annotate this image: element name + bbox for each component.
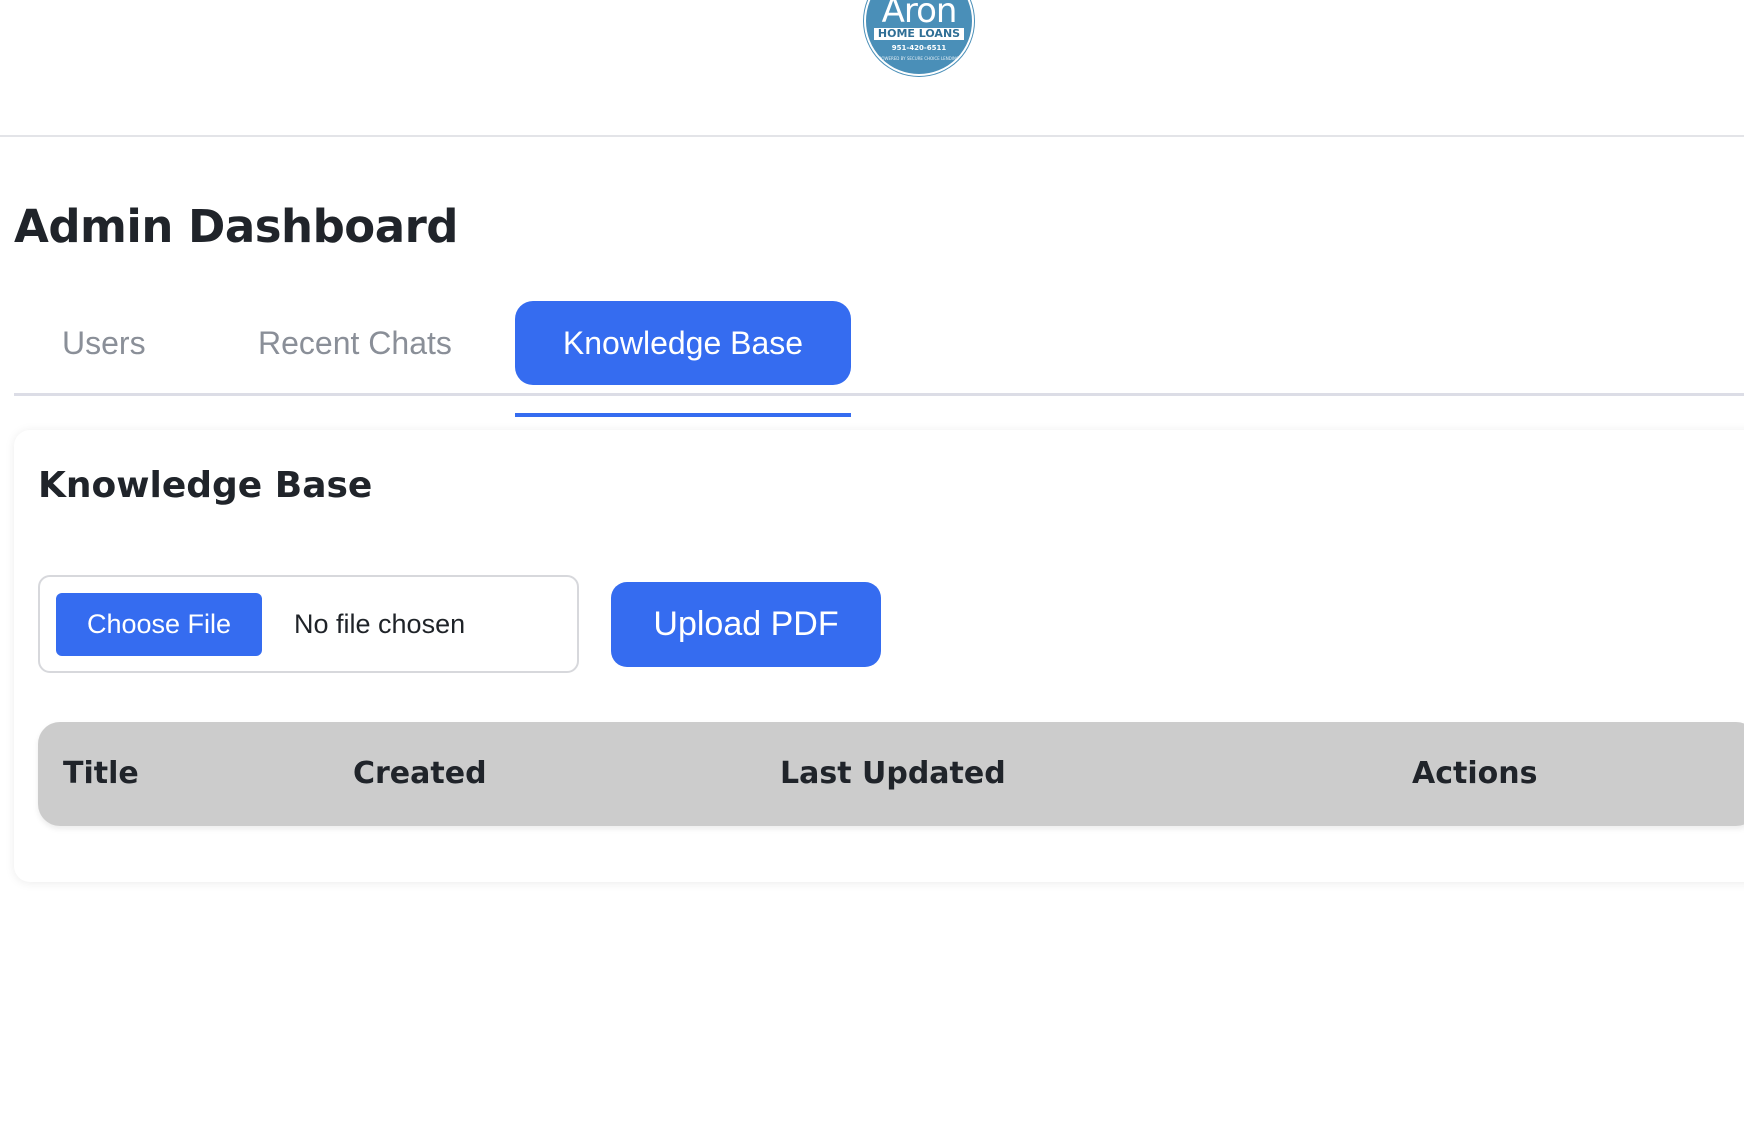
logo-subtitle: HOME LOANS xyxy=(866,28,972,40)
page-title: Admin Dashboard xyxy=(14,200,459,253)
column-header-created[interactable]: Created xyxy=(353,722,487,826)
column-header-title[interactable]: Title xyxy=(63,722,139,826)
file-status-text: No file chosen xyxy=(294,609,466,639)
logo-tagline: POWERED BY SECURE CHOICE LENDING xyxy=(878,56,960,61)
tab-users[interactable]: Users xyxy=(62,301,146,385)
tab-recent-chats[interactable]: Recent Chats xyxy=(258,301,452,385)
logo-subtitle-text: HOME LOANS xyxy=(873,28,965,40)
choose-file-button[interactable]: Choose File xyxy=(56,593,262,656)
column-header-actions[interactable]: Actions xyxy=(1412,722,1537,826)
tab-knowledge-base[interactable]: Knowledge Base xyxy=(515,301,851,385)
tabs-divider xyxy=(14,393,1744,396)
column-header-last-updated[interactable]: Last Updated xyxy=(780,722,1006,826)
aron-home-loans-logo[interactable]: Aron HOME LOANS 951-420-6511 POWERED BY … xyxy=(864,0,974,76)
knowledge-base-title: Knowledge Base xyxy=(38,465,373,506)
logo-name: Aron xyxy=(881,0,958,31)
logo-phone: 951-420-6511 xyxy=(891,44,947,52)
top-header: Aron HOME LOANS 951-420-6511 POWERED BY … xyxy=(0,0,1744,137)
table-header-row: Title Created Last Updated Actions xyxy=(38,722,1744,826)
active-tab-indicator xyxy=(515,413,851,417)
upload-pdf-button[interactable]: Upload PDF xyxy=(611,582,881,667)
